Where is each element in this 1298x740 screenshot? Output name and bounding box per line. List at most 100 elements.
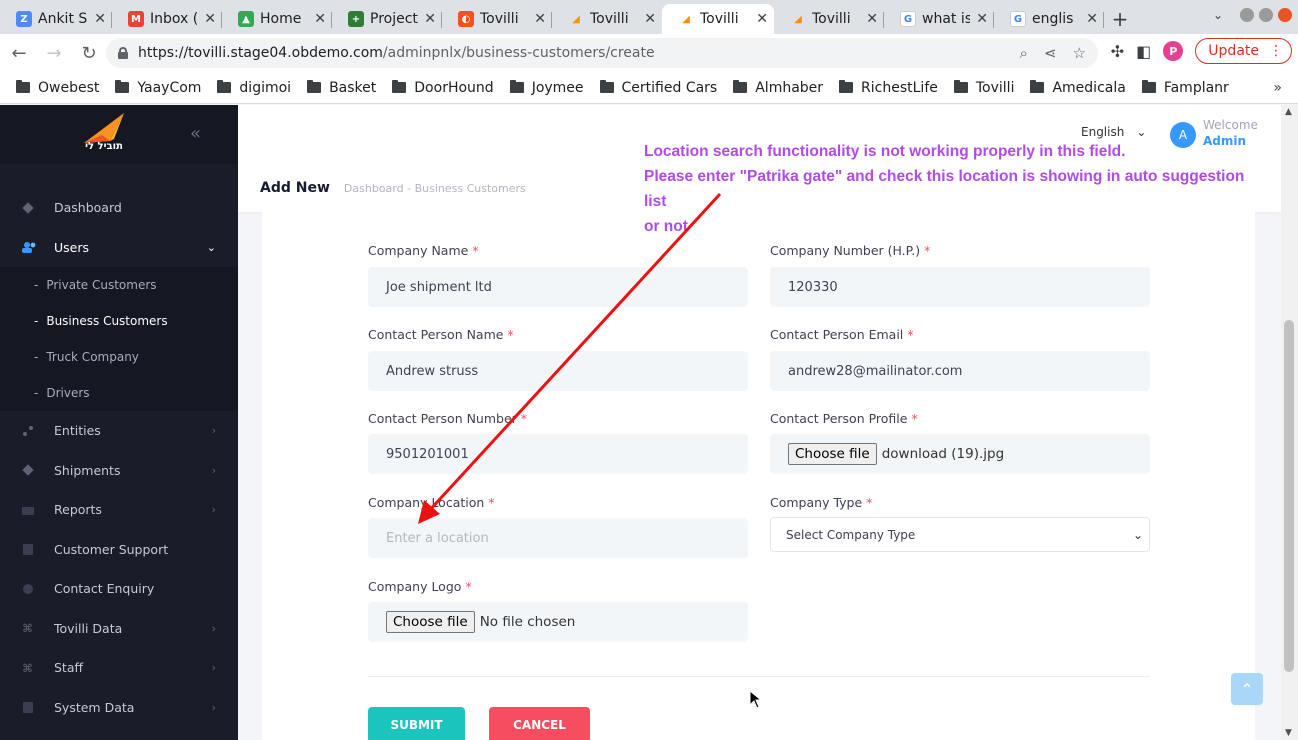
close-icon[interactable]: ✕ <box>204 11 216 27</box>
browser-tab[interactable]: G what is ✕ <box>884 4 994 34</box>
contact-number-input[interactable]: 9501201001 <box>368 434 748 474</box>
bookmark-item[interactable]: YaayCom <box>115 80 201 96</box>
browser-tab-active[interactable]: ◢ Tovilli ✕ <box>662 4 774 34</box>
sidebar-item-users[interactable]: Users ⌄ <box>0 228 238 268</box>
sidebar-item-shipments[interactable]: Shipments › <box>0 451 238 491</box>
profile-avatar[interactable]: P <box>1163 41 1184 61</box>
close-icon[interactable]: ✕ <box>94 11 106 27</box>
share-icon[interactable]: ⋖ <box>1044 44 1057 62</box>
zoom-icon[interactable]: ⌕ <box>1020 44 1028 62</box>
contact-email-input[interactable]: andrew28@mailinator.com <box>770 351 1150 391</box>
back-icon[interactable]: ← <box>3 37 35 69</box>
close-icon[interactable]: ✕ <box>976 11 988 27</box>
company-type-select[interactable]: Select Company Type ⌄ <box>770 517 1150 552</box>
browser-tab[interactable]: Z Ankit S ✕ <box>0 4 112 34</box>
sidebar-subitem-business-customers[interactable]: - Business Customers <box>0 303 238 339</box>
minimize-icon[interactable] <box>1240 8 1254 22</box>
browser-tab[interactable]: ◐ Tovilli ✕ <box>442 4 552 34</box>
new-tab-icon[interactable]: + <box>1104 4 1136 34</box>
breadcrumb-business-customers[interactable]: Business Customers <box>415 182 526 195</box>
browser-tab[interactable]: ◢ Tovilli ✕ <box>774 4 884 34</box>
sidebar-item-customer-support[interactable]: Customer Support <box>0 530 238 570</box>
scroll-to-top-button[interactable]: ⌃ <box>1231 673 1263 705</box>
sidebar-item-dashboard[interactable]: Dashboard <box>0 188 238 228</box>
browser-tab[interactable]: ▲ Home ✕ <box>222 4 332 34</box>
bookmark-item[interactable]: RichestLife <box>839 80 938 96</box>
company-name-input[interactable]: Joe shipment ltd <box>368 267 748 307</box>
sidebar-item-reports[interactable]: Reports › <box>0 490 238 530</box>
scroll-up-icon[interactable]: ▲ <box>1285 107 1292 117</box>
close-icon[interactable]: ✕ <box>534 11 546 27</box>
breadcrumb-separator: - <box>407 181 412 195</box>
contact-name-input[interactable]: Andrew struss <box>368 351 748 391</box>
close-icon[interactable]: ✕ <box>424 11 436 27</box>
url-path: /adminpnlx/business-customers/create <box>382 45 655 61</box>
bookmark-star-icon[interactable]: ☆ <box>1073 44 1086 62</box>
sidebar-item-label: Customer Support <box>54 541 169 557</box>
tab-label: Inbox ( <box>150 11 199 27</box>
bookmark-item[interactable]: Joymee <box>509 80 584 96</box>
cancel-button[interactable]: CANCEL <box>489 707 590 740</box>
page-scrollbar[interactable]: ▲ ▼ <box>1281 105 1298 740</box>
company-location-input[interactable]: Enter a location <box>368 518 748 558</box>
bookmark-item[interactable]: Basket <box>307 80 376 96</box>
breadcrumb-dashboard[interactable]: Dashboard <box>344 182 404 195</box>
command-icon: ⌘ <box>22 661 33 675</box>
folder-icon <box>16 80 30 93</box>
tab-label: Tovilli <box>590 11 629 27</box>
choose-file-button[interactable]: Choose file <box>386 611 475 633</box>
sidebar-item-tovilli-data[interactable]: ⌘ Tovilli Data › <box>0 609 238 649</box>
sidebar-item-label: Staff <box>54 660 84 676</box>
close-icon[interactable]: ✕ <box>1086 11 1098 27</box>
submit-button[interactable]: SUBMIT <box>368 707 465 740</box>
bookmark-item[interactable]: Certified Cars <box>599 80 717 96</box>
folder-icon <box>392 80 407 93</box>
gmail-icon: M <box>128 11 144 27</box>
bookmark-item[interactable]: DoorHound <box>392 80 494 96</box>
sidebar-subitem-drivers[interactable]: - Drivers <box>0 375 238 411</box>
browser-tab[interactable]: G englis ✕ <box>994 4 1104 34</box>
close-icon[interactable]: ✕ <box>756 11 768 27</box>
sidebar-item-contact-enquiry[interactable]: Contact Enquiry <box>0 569 238 609</box>
scrollbar-thumb[interactable] <box>1284 320 1294 672</box>
browser-tab[interactable]: M Inbox ( ✕ <box>112 4 222 34</box>
command-icon: ⌘ <box>22 622 33 636</box>
bookmark-item[interactable]: Famplanr <box>1141 80 1229 96</box>
tab-label: what is <box>922 11 971 27</box>
address-bar[interactable]: https://tovilli.stage04.obdemo.com/admin… <box>106 38 1098 68</box>
company-location-label: Company Location * <box>368 495 495 510</box>
bookmark-item[interactable]: digimoi <box>217 80 291 96</box>
folder-icon <box>599 80 614 93</box>
window-close-icon[interactable] <box>1278 8 1292 22</box>
sidebar-item-staff[interactable]: ⌘ Staff › <box>0 648 238 688</box>
tab-search-chevron-icon[interactable]: ⌄ <box>1213 8 1223 22</box>
bookmark-item[interactable]: Tovilli <box>953 80 1014 96</box>
browser-tab[interactable]: ◢ Tovilli ✕ <box>552 4 662 34</box>
forward-icon[interactable]: → <box>38 37 70 69</box>
company-number-input[interactable]: 120330 <box>770 267 1150 307</box>
lock-icon[interactable] <box>118 47 128 59</box>
bookmark-item[interactable]: Amedicala <box>1030 80 1126 96</box>
scroll-down-icon[interactable]: ▼ <box>1285 728 1292 738</box>
close-icon[interactable]: ✕ <box>314 11 326 27</box>
sidebar-item-entities[interactable]: Entities › <box>0 411 238 451</box>
reload-icon[interactable]: ↻ <box>73 37 105 69</box>
window-controls: ⌄ <box>1213 8 1292 22</box>
bookmark-item[interactable]: Almhaber <box>733 80 823 96</box>
side-panel-icon[interactable]: ◧ <box>1136 42 1151 61</box>
more-bookmarks-icon[interactable]: » <box>1273 80 1282 96</box>
language-select[interactable]: English ⌄ <box>1081 125 1146 139</box>
sidebar-subitem-private-customers[interactable]: - Private Customers <box>0 267 238 303</box>
close-icon[interactable]: ✕ <box>644 11 656 27</box>
sidebar-item-system-data[interactable]: System Data › <box>0 688 238 728</box>
browser-tab[interactable]: + Project ✕ <box>332 4 442 34</box>
maximize-icon[interactable] <box>1259 8 1273 22</box>
bookmark-item[interactable]: Owebest <box>16 80 99 96</box>
close-icon[interactable]: ✕ <box>866 11 878 27</box>
choose-file-button[interactable]: Choose file <box>788 443 877 465</box>
extensions-icon[interactable]: ✣ <box>1111 42 1124 61</box>
collapse-sidebar-icon[interactable]: « <box>190 123 201 144</box>
logo[interactable]: תוביל לי <box>80 111 128 157</box>
sidebar-subitem-truck-company[interactable]: - Truck Company <box>0 339 238 375</box>
update-button[interactable]: Update ⋮ <box>1195 38 1292 64</box>
